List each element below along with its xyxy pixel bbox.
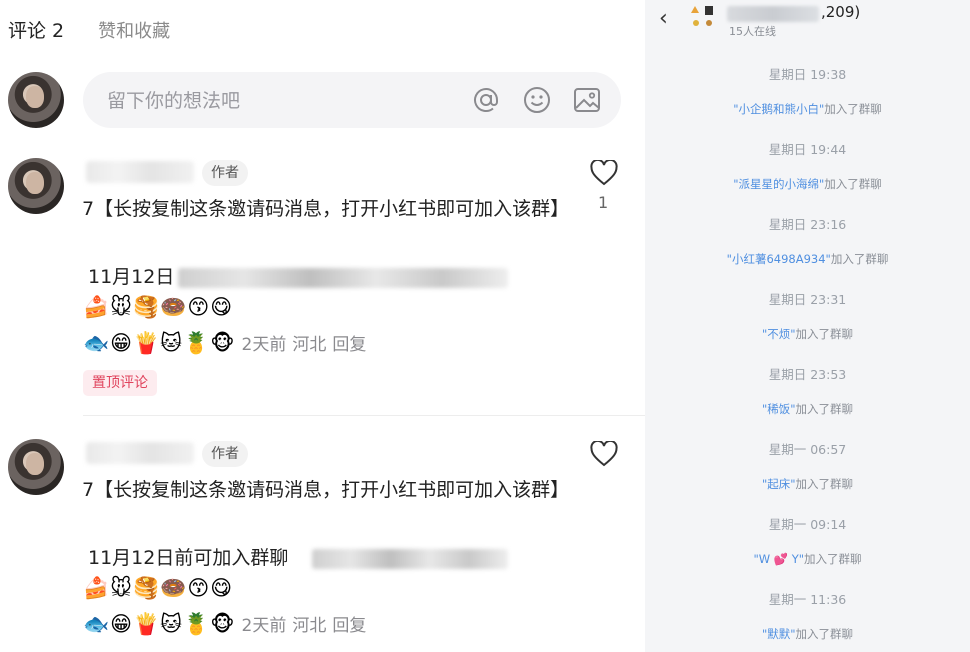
comment-panel: 评论 2 赞和收藏 作者 1 7【长按复制这条邀请码消息，打开小红书即可加入该群… <box>0 0 645 652</box>
event-time: 星期一 11:36 <box>768 592 847 607</box>
divider <box>83 415 645 416</box>
member-name[interactable]: "默默" <box>762 627 796 641</box>
comment-date-line: 11月12日 <box>88 266 175 288</box>
online-count: 15人在线 <box>729 25 776 38</box>
join-action: 加入了群聊 <box>830 252 889 266</box>
my-avatar[interactable] <box>8 72 64 128</box>
event-time: 星期日 23:31 <box>768 292 847 307</box>
event-time: 星期日 23:16 <box>768 217 847 232</box>
group-name-redacted <box>727 6 819 22</box>
commenter-avatar[interactable] <box>8 158 64 214</box>
member-name[interactable]: "小红薯6498A934" <box>727 252 831 266</box>
comment-location: 河北 <box>292 616 327 636</box>
join-action: 加入了群聊 <box>795 402 854 416</box>
comment-item: 作者 1 7【长按复制这条邀请码消息，打开小红书即可加入该群】 11月12日 🍰… <box>0 157 645 417</box>
event-time: 星期日 19:38 <box>768 67 847 82</box>
image-icon[interactable] <box>573 86 601 114</box>
join-action: 加入了群聊 <box>804 552 862 566</box>
comment-input[interactable] <box>105 86 449 116</box>
event-time: 星期一 06:57 <box>768 442 847 457</box>
author-badge: 作者 <box>202 160 248 186</box>
comment-date-line: 11月12日前可加入群聊 <box>88 547 289 569</box>
at-icon[interactable] <box>472 86 500 114</box>
emoji-row: 🍰🐭🥞🍩😙😋 <box>83 576 234 600</box>
join-message: "不烦"加入了群聊 <box>645 326 970 342</box>
member-name[interactable]: "小企鹅和熊小白" <box>733 102 824 116</box>
like-count: 1 <box>598 193 609 212</box>
comment-time: 2天前 <box>241 335 287 355</box>
redacted-text <box>178 268 508 288</box>
event-time: 星期日 19:44 <box>768 142 847 157</box>
username-redacted[interactable] <box>86 442 194 464</box>
emoji-row: 🐟😁🍟🐱🍍🐵 <box>83 331 236 355</box>
member-name[interactable]: "稀饭" <box>762 402 796 416</box>
comment-time: 2天前 <box>241 616 287 636</box>
join-message: "小红薯6498A934"加入了群聊 <box>645 251 970 267</box>
tab-comments[interactable]: 评论 2 <box>8 16 64 43</box>
member-name[interactable]: "不烦" <box>762 327 796 341</box>
system-event: 星期日 19:38 "小企鹅和熊小白"加入了群聊 <box>645 64 970 117</box>
username-redacted[interactable] <box>86 161 194 183</box>
pinned-badge: 置顶评论 <box>83 370 157 396</box>
member-name[interactable]: "派星星的小海绵" <box>733 177 824 191</box>
author-badge: 作者 <box>202 441 248 467</box>
system-event: 星期一 06:57 "起床"加入了群聊 <box>645 439 970 492</box>
redacted-text <box>312 549 508 569</box>
join-message: "稀饭"加入了群聊 <box>645 401 970 417</box>
emoji-row: 🐟😁🍟🐱🍍🐵 <box>83 612 236 636</box>
event-time: 星期日 23:53 <box>768 367 847 382</box>
join-action: 加入了群聊 <box>795 327 854 341</box>
join-action: 加入了群聊 <box>795 477 854 491</box>
comment-item: 作者 7【长按复制这条邀请码消息，打开小红书即可加入该群】 11月12日前可加入… <box>0 438 645 652</box>
join-action: 加入了群聊 <box>824 102 882 116</box>
join-action: 加入了群聊 <box>824 177 882 191</box>
group-chat-panel: ‹ ,209) 15人在线 星期日 19:38 "小企鹅和熊小白"加入了群聊 星… <box>645 0 970 652</box>
emoji-meta-row: 🐟😁🍟🐱🍍🐵 2天前 河北 回复 <box>83 330 366 356</box>
emoji-row: 🍰🐭🥞🍩😙😋 <box>83 295 234 319</box>
like-heart-icon[interactable] <box>590 160 618 186</box>
back-chevron-icon[interactable]: ‹ <box>659 6 668 31</box>
reply-button[interactable]: 回复 <box>332 335 366 355</box>
reply-button[interactable]: 回复 <box>332 616 366 636</box>
join-message: "派星星的小海绵"加入了群聊 <box>645 176 970 192</box>
comment-location: 河北 <box>292 335 327 355</box>
system-event: 星期日 23:16 "小红薯6498A934"加入了群聊 <box>645 214 970 267</box>
join-message: "W 💕 Y"加入了群聊 <box>645 551 970 567</box>
group-member-count: ,209) <box>821 3 861 21</box>
join-message: "起床"加入了群聊 <box>645 476 970 492</box>
group-avatar-icon <box>691 6 713 26</box>
system-event: 星期一 11:36 "默默"加入了群聊 <box>645 589 970 642</box>
member-name[interactable]: "起床" <box>762 477 796 491</box>
like-heart-icon[interactable] <box>590 441 618 467</box>
tab-bar: 评论 2 赞和收藏 <box>8 16 170 43</box>
comment-text[interactable]: 7【长按复制这条邀请码消息，打开小红书即可加入该群】 <box>82 474 569 507</box>
comment-text[interactable]: 7【长按复制这条邀请码消息，打开小红书即可加入该群】 <box>82 193 569 226</box>
smiley-icon[interactable] <box>523 86 551 114</box>
comment-input-box[interactable] <box>83 72 621 128</box>
system-event: 星期日 23:31 "不烦"加入了群聊 <box>645 289 970 342</box>
tab-likes-favorites[interactable]: 赞和收藏 <box>98 17 170 43</box>
emoji-meta-row: 🐟😁🍟🐱🍍🐵 2天前 河北 回复 <box>83 611 366 637</box>
member-name[interactable]: "W 💕 Y" <box>753 552 804 566</box>
event-time: 星期一 09:14 <box>768 517 847 532</box>
system-event: 星期一 09:14 "W 💕 Y"加入了群聊 <box>645 514 970 567</box>
commenter-avatar[interactable] <box>8 439 64 495</box>
system-event: 星期日 23:53 "稀饭"加入了群聊 <box>645 364 970 417</box>
join-action: 加入了群聊 <box>795 627 854 641</box>
system-event: 星期日 19:44 "派星星的小海绵"加入了群聊 <box>645 139 970 192</box>
join-message: "小企鹅和熊小白"加入了群聊 <box>645 101 970 117</box>
join-message: "默默"加入了群聊 <box>645 626 970 642</box>
